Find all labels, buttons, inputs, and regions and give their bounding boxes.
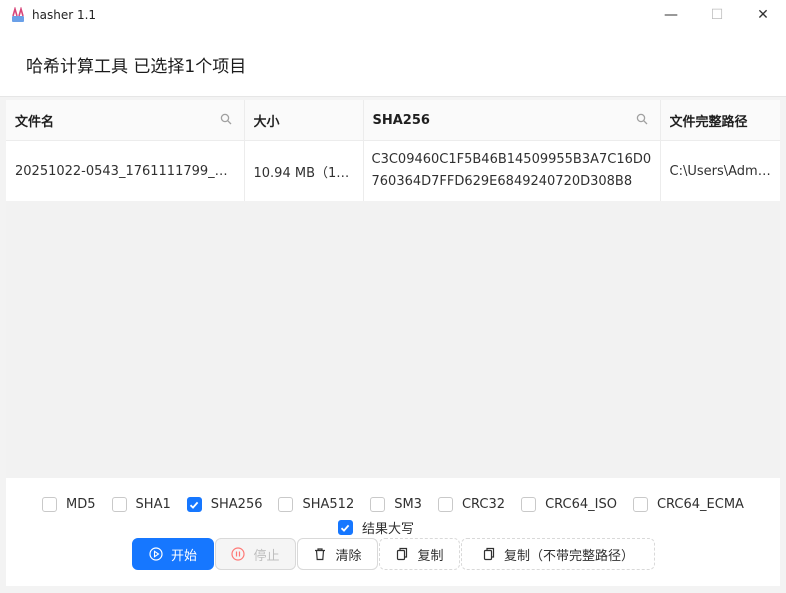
checkbox-box[interactable] [437, 497, 453, 512]
hasher-logo-icon [10, 6, 26, 23]
table-row[interactable]: 20251022-0543_1761111799_bac... 10.94 MB… [6, 140, 780, 201]
cell-filename: 20251022-0543_1761111799_bac... [6, 140, 244, 201]
stop-button[interactable]: 停止 [215, 538, 296, 570]
checkbox-sha1[interactable]: SHA1 [111, 497, 171, 512]
algorithm-checkboxes: MD5 SHA1 SHA256 SHA512 SM3 CRC32 CRC64_I… [6, 497, 780, 512]
file-table-panel: 文件名 大小 SHA256 文件完整路径 20251022-0543_17611… [6, 100, 780, 478]
window-title: hasher 1.1 [32, 8, 97, 22]
page-header: 哈希计算工具 已选择1个项目 [0, 30, 786, 97]
checkbox-uppercase[interactable]: 结果大写 [337, 518, 414, 537]
checkbox-sha256[interactable]: SHA256 [186, 497, 262, 512]
checkbox-crc64-ecma[interactable]: CRC64_ECMA [632, 497, 744, 512]
maximize-button[interactable]: ☐ [694, 0, 740, 30]
cell-path: C:\Users\Admi... [659, 140, 780, 201]
table-header-row: 文件名 大小 SHA256 文件完整路径 [6, 100, 780, 141]
column-header-filename[interactable]: 文件名 [6, 100, 244, 141]
checkbox-sha512[interactable]: SHA512 [278, 497, 354, 512]
cell-sha256: C3C09460C1F5B46B14509955B3A7C16D0760364D… [362, 140, 660, 201]
column-header-size[interactable]: 大小 [243, 100, 363, 141]
search-icon[interactable] [636, 113, 650, 127]
copy-icon [397, 547, 408, 561]
checkbox-crc64-iso[interactable]: CRC64_ISO [521, 497, 617, 512]
checkbox-box-checked[interactable] [186, 497, 202, 512]
action-buttons: 开始 停止 清除 复制 复制（不带完整路径） [132, 538, 656, 570]
copy-icon [483, 547, 495, 561]
search-icon[interactable] [220, 113, 234, 127]
checkbox-md5[interactable]: MD5 [42, 497, 96, 512]
close-button[interactable]: ✕ [740, 0, 786, 30]
play-circle-icon [149, 547, 163, 561]
checkbox-box[interactable] [632, 497, 648, 512]
column-header-path[interactable]: 文件完整路径 [659, 100, 780, 141]
copy-without-path-button[interactable]: 复制（不带完整路径） [461, 538, 655, 570]
file-table: 文件名 大小 SHA256 文件完整路径 20251022-0543_17611… [6, 100, 780, 201]
start-button[interactable]: 开始 [132, 538, 214, 570]
checkbox-box-checked[interactable] [337, 520, 353, 535]
cell-size: 10.94 MB（11... [243, 140, 363, 201]
title-bar: hasher 1.1 — ☐ ✕ [0, 0, 786, 30]
checkbox-box[interactable] [278, 497, 294, 512]
minimize-button[interactable]: — [648, 0, 694, 30]
checkbox-crc32[interactable]: CRC32 [437, 497, 505, 512]
checkbox-box[interactable] [111, 497, 127, 512]
trash-icon [315, 548, 326, 561]
checkbox-box[interactable] [42, 497, 58, 512]
copy-button[interactable]: 复制 [379, 538, 460, 570]
checkbox-box[interactable] [370, 497, 386, 512]
checkbox-box[interactable] [521, 497, 537, 512]
checkbox-sm3[interactable]: SM3 [370, 497, 422, 512]
clear-button[interactable]: 清除 [297, 538, 378, 570]
column-header-sha256[interactable]: SHA256 [362, 100, 660, 141]
control-panel: MD5 SHA1 SHA256 SHA512 SM3 CRC32 CRC64_I… [6, 478, 780, 586]
pause-circle-icon [231, 547, 246, 561]
page-title: 哈希计算工具 已选择1个项目 [26, 57, 247, 77]
